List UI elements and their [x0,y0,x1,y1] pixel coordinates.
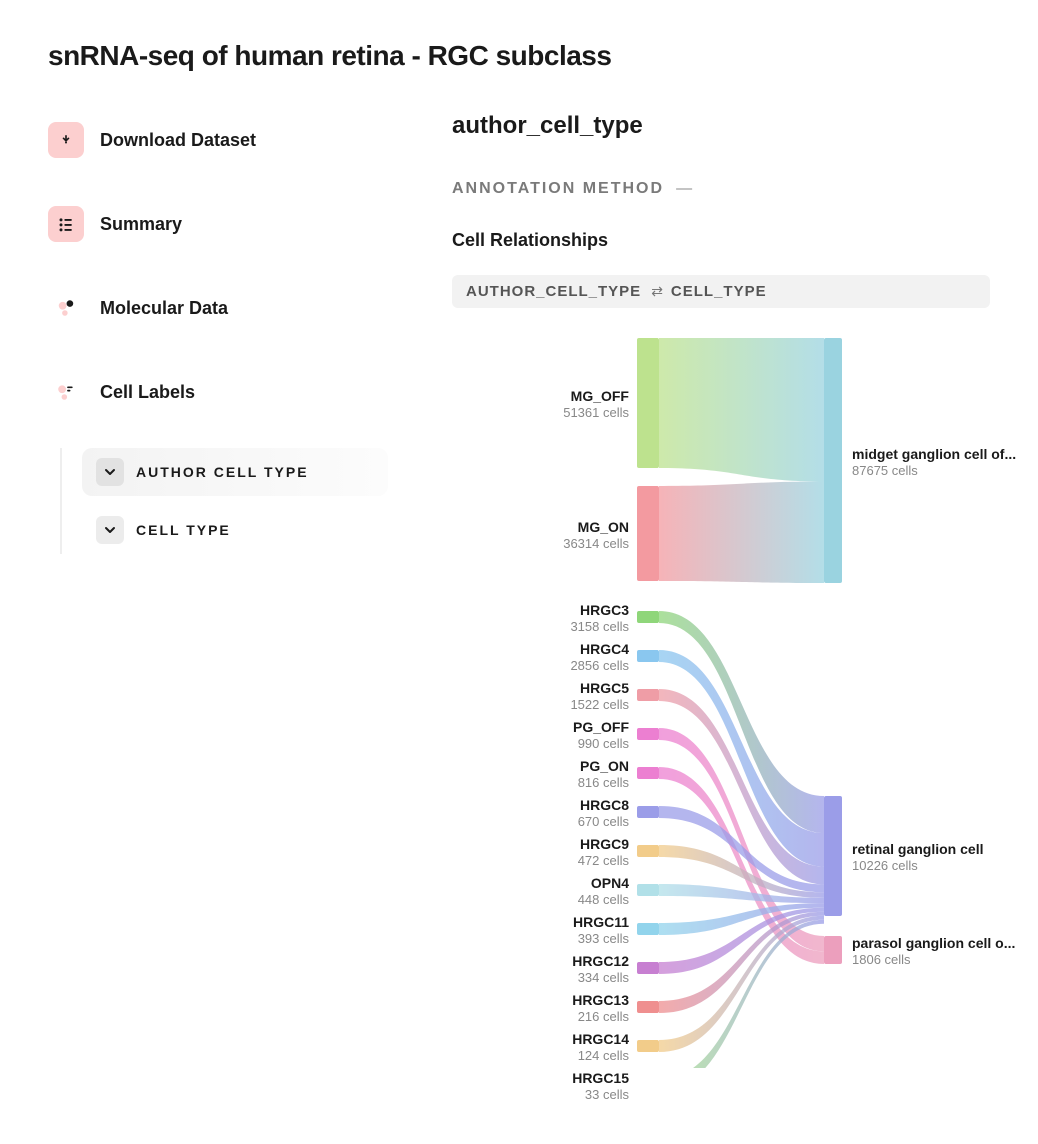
sankey-left-node[interactable]: HRGC12334 cells [452,952,629,987]
sankey-left-node[interactable]: HRGC1533 cells [452,1069,629,1104]
sidebar: Download Dataset Summary Molecular Data … [48,112,388,1068]
subnav-author-cell-type[interactable]: AUTHOR CELL TYPE [82,448,388,496]
sankey-left-node[interactable]: HRGC14124 cells [452,1030,629,1065]
sankey-left-node[interactable]: HRGC42856 cells [452,640,629,675]
sankey-left-node[interactable]: HRGC13216 cells [452,991,629,1026]
sankey-left-node[interactable]: PG_OFF990 cells [452,718,629,753]
sankey-left-node[interactable]: OPN4448 cells [452,874,629,909]
page-title: snRNA-seq of human retina - RGC subclass [48,40,990,72]
sankey-left-node[interactable]: HRGC33158 cells [452,601,629,636]
section-title: author_cell_type [452,112,990,140]
nav-download-dataset[interactable]: Download Dataset [48,112,388,168]
subnav-author-label: AUTHOR CELL TYPE [136,464,309,480]
relationships-title: Cell Relationships [452,230,990,251]
subnav-celltype-label: CELL TYPE [136,522,231,538]
nav-molecular-label: Molecular Data [100,298,228,319]
download-icon [48,122,84,158]
subnav-cell-type[interactable]: CELL TYPE [82,506,388,554]
sankey-right-node[interactable]: parasol ganglion cell o...1806 cells [852,934,1022,969]
nav-cell-labels[interactable]: Cell Labels [48,364,388,420]
relationship-chip-bar[interactable]: AUTHOR_CELL_TYPE ⇄ CELL_TYPE [452,275,990,308]
annotation-method-label: ANNOTATION METHOD [452,180,664,198]
molecular-icon [48,290,84,326]
nav-summary[interactable]: Summary [48,196,388,252]
sankey-left-node[interactable]: MG_ON36314 cells [452,518,629,553]
sankey-left-node[interactable]: PG_ON816 cells [452,757,629,792]
chip-left: AUTHOR_CELL_TYPE [466,283,641,300]
nav-download-label: Download Dataset [100,130,256,151]
sankey-left-node[interactable]: HRGC11393 cells [452,913,629,948]
chevron-down-icon [96,516,124,544]
sankey-chart: MG_OFF51361 cells MG_ON36314 cells HRGC331… [452,328,990,1068]
chevron-down-icon [96,458,124,486]
nav-molecular-data[interactable]: Molecular Data [48,280,388,336]
subnav: AUTHOR CELL TYPE CELL TYPE [60,448,388,554]
nav-cell-labels-label: Cell Labels [100,382,195,403]
sankey-left-node[interactable]: HRGC51522 cells [452,679,629,714]
cell-labels-icon [48,374,84,410]
nav-summary-label: Summary [100,214,182,235]
list-icon [48,206,84,242]
sankey-right-node[interactable]: retinal ganglion cell10226 cells [852,840,1022,875]
annotation-method-row: ANNOTATION METHOD — [452,180,990,198]
sankey-right-node[interactable]: midget ganglion cell of...87675 cells [852,445,1022,480]
annotation-method-value: — [676,180,692,198]
swap-icon: ⇄ [651,283,661,300]
sankey-left-node[interactable]: MG_OFF51361 cells [452,387,629,422]
chip-right: CELL_TYPE [671,283,767,300]
sankey-left-node[interactable]: HRGC8670 cells [452,796,629,831]
sankey-left-node[interactable]: HRGC9472 cells [452,835,629,870]
main-content: author_cell_type ANNOTATION METHOD — Cel… [452,112,990,1068]
